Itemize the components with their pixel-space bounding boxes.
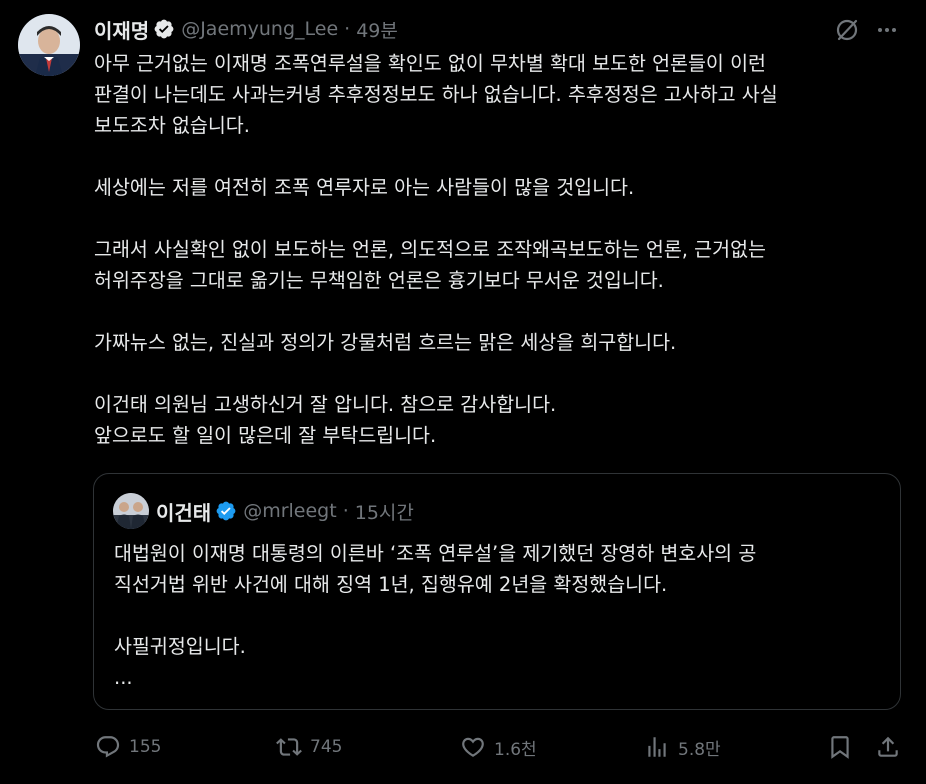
header-separator: ·	[344, 18, 351, 40]
tweet-text-line: 허위주장을 그대로 옮기는 무책임한 언론은 흉기보다 무서운 것입니다.	[94, 269, 664, 292]
repost-count: 745	[310, 737, 343, 757]
more-options-icon[interactable]	[874, 17, 900, 43]
share-icon	[878, 736, 898, 757]
repost-icon	[276, 738, 302, 756]
views-chart-icon	[648, 737, 666, 757]
reply-count: 155	[129, 737, 162, 757]
author-avatar[interactable]	[18, 14, 80, 76]
quoted-text-line: 직선거법 위반 사건에 대해 징역 1년, 집행유예 2년을 확정했습니다.	[114, 573, 668, 596]
tweet-text-line: 세상에는 저를 여전히 조폭 연루자로 아는 사람들이 많을 것입니다.	[94, 176, 635, 199]
tweet-text-line: 이건태 의원님 고생하신거 잘 압니다. 참으로 감사합니다.	[94, 393, 557, 416]
heart-icon	[462, 737, 484, 757]
tweet-text-line: 그래서 사실확인 없이 보도하는 언론, 의도적으로 조작왜곡보도하는 언론, …	[94, 238, 766, 261]
reply-icon	[96, 736, 120, 758]
author-handle[interactable]: @Jaemyung_Lee	[181, 18, 338, 40]
tweet-text-line: 아무 근거없는 이재명 조폭연루설을 확인도 없이 무차별 확대 보도한 언론들…	[94, 52, 766, 75]
grok-icon[interactable]	[834, 17, 860, 43]
reply-button[interactable]: 155	[95, 731, 161, 763]
tweet-text-line: 가짜뉴스 없는, 진실과 정의가 강물처럼 흐르는 맑은 세상을 희구합니다.	[94, 331, 677, 354]
tweet-text: 아무 근거없는 이재명 조폭연루설을 확인도 없이 무차별 확대 보도한 언론들…	[94, 48, 894, 451]
tweet-header: 이재명 @Jaemyung_Lee · 49분	[94, 13, 398, 45]
quoted-author-handle[interactable]: @mrleegt	[243, 500, 337, 522]
quoted-text-line: 사필귀정입니다.	[114, 635, 246, 658]
tweet-timestamp[interactable]: 49분	[356, 16, 398, 43]
share-button[interactable]	[875, 731, 901, 763]
like-button[interactable]: 1.6천	[460, 731, 537, 763]
tweet-text-line: 보도조차 없습니다.	[94, 114, 250, 137]
quoted-tweet-header: 이건태 @mrleegt · 15시간	[156, 494, 414, 528]
header-separator: ·	[342, 500, 349, 522]
repost-button[interactable]: 745	[276, 731, 342, 763]
quoted-tweet-text: 대법원이 이재명 대통령의 이른바 ‘조폭 연루설’을 제기했던 장영하 변호사…	[114, 538, 884, 693]
bookmark-icon	[831, 736, 849, 759]
quoted-author-avatar[interactable]	[113, 493, 149, 529]
tweet-text-line: 판결이 나는데도 사과는커녕 추후정정보도 하나 없습니다. 추후정정은 고사하…	[94, 83, 778, 106]
author-display-name[interactable]: 이재명	[94, 15, 149, 44]
views-button[interactable]: 5.8만	[644, 731, 721, 763]
quoted-tweet-card[interactable]: 이건태 @mrleegt · 15시간 대법원이 이재명 대통령의 이른바 ‘조…	[93, 473, 901, 710]
tweet-action-bar: 155 745 1.6천 5.8만	[0, 731, 926, 763]
tweet-text-line: 앞으로도 할 일이 많은데 잘 부탁드립니다.	[94, 424, 437, 447]
quoted-tweet-timestamp[interactable]: 15시간	[355, 498, 414, 525]
views-count: 5.8만	[678, 739, 721, 760]
quoted-text-line: ...	[114, 666, 133, 689]
quoted-author-display-name[interactable]: 이건태	[156, 497, 211, 526]
verified-badge-icon	[153, 18, 175, 40]
bookmark-button[interactable]	[827, 731, 853, 763]
quoted-text-line: 대법원이 이재명 대통령의 이른바 ‘조폭 연루설’을 제기했던 장영하 변호사…	[114, 542, 757, 565]
verified-badge-icon	[215, 500, 237, 522]
like-count: 1.6천	[494, 739, 537, 760]
